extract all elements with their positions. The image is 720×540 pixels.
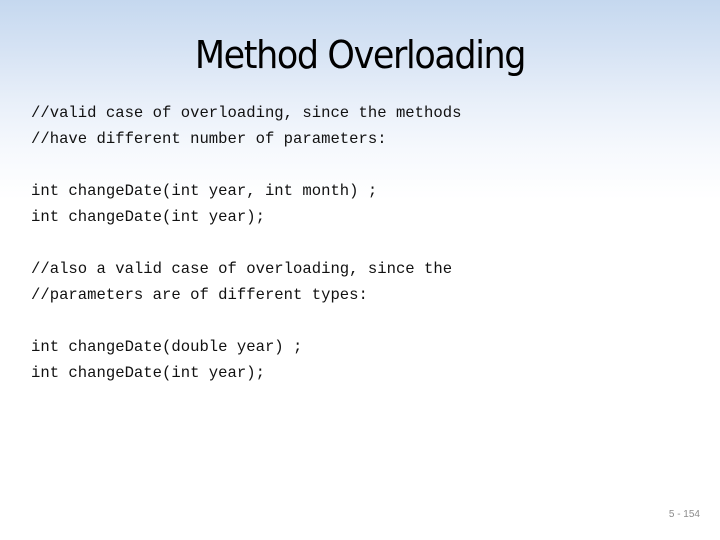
code-comment-line: //parameters are of different types:: [31, 286, 368, 304]
code-comment-line: //have different number of parameters:: [31, 130, 387, 148]
code-declaration-line: int changeDate(double year) ;: [31, 338, 303, 356]
code-block: //valid case of overloading, since the m…: [31, 100, 461, 386]
code-declaration-line: int changeDate(int year);: [31, 364, 265, 382]
slide-title: Method Overloading: [194, 33, 527, 77]
code-comment-line: //valid case of overloading, since the m…: [31, 104, 462, 122]
code-comment-line: //also a valid case of overloading, sinc…: [31, 260, 453, 278]
code-declaration-line: int changeDate(int year);: [31, 208, 265, 226]
code-declaration-line: int changeDate(int year, int month) ;: [31, 182, 378, 200]
slide: Method Overloading //valid case of overl…: [0, 0, 720, 540]
slide-number: 5 - 154: [668, 509, 700, 520]
